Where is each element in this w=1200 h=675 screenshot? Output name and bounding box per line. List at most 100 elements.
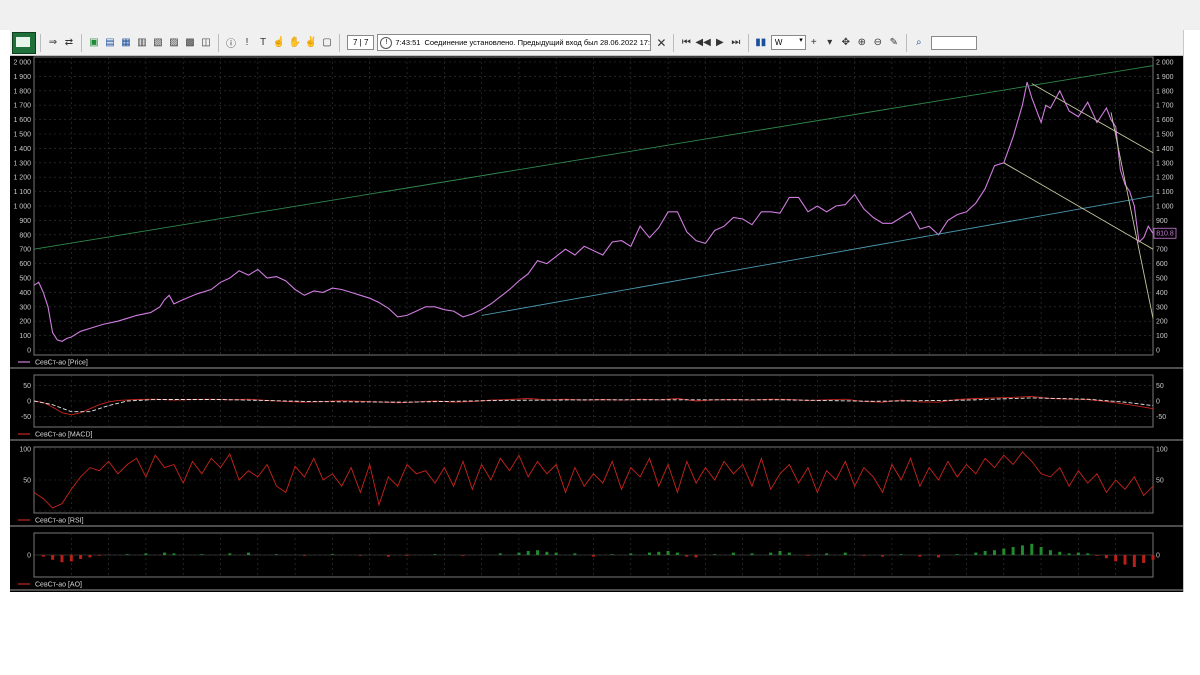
report-icon[interactable]: ▩ [183, 35, 197, 51]
app-logo-icon[interactable] [12, 31, 36, 54]
interval-select[interactable]: W ▾ [770, 35, 806, 50]
y-tick-label-left: 50 [23, 478, 31, 485]
next-icon[interactable]: ▶ [713, 35, 727, 51]
chevron-down-icon: ▾ [799, 37, 803, 44]
message-text: Соединение установлено. Предыдущий вход … [424, 38, 652, 47]
ao-bar [825, 553, 829, 555]
y-tick-label-right: 1 000 [1156, 204, 1174, 211]
cross-icon[interactable]: + [807, 35, 821, 51]
prev-icon[interactable]: ◀◀ [695, 35, 710, 51]
ao-bar [592, 555, 595, 557]
new-window-icon[interactable]: ▣ [87, 35, 101, 51]
legend-label: СевСт-ао [Price] [35, 360, 88, 367]
chart-area[interactable]: 0 0 100 100 200 200 300 300 400 400 500 500 600 600 70… [10, 56, 1183, 592]
y-tick-label-left: 1 400 [13, 146, 31, 153]
rsi-pane: 100 100 50 50 СевСт-ао [RSI] [10, 446, 1183, 527]
hand3-icon[interactable]: ✌ [304, 35, 318, 51]
legend-label: СевСт-ао [MACD] [35, 432, 93, 439]
alert-icon[interactable]: ! [240, 35, 254, 51]
chart-canvas[interactable]: 0 0100 100200 200300 300400 400500 500600 60070… [10, 56, 1183, 592]
y-tick-label-right: 1 700 [1156, 103, 1174, 110]
ao-bar [881, 555, 885, 557]
y-tick-label-left: 50 [23, 383, 31, 390]
hand2-icon[interactable]: ✋ [288, 35, 302, 51]
info-icon[interactable]: ⓘ [224, 35, 238, 51]
y-tick-label-left: 600 [19, 261, 31, 268]
ao-bar [200, 554, 204, 555]
ao-bar [88, 555, 92, 558]
chevron-down-icon[interactable]: ▾ [823, 35, 837, 51]
ao-bar [330, 554, 334, 555]
ao-bar [228, 553, 232, 555]
ao-bar [1039, 547, 1043, 555]
ao-bar [694, 555, 698, 558]
connect-icon[interactable]: ⇒ [46, 35, 60, 51]
ao-bar [937, 555, 941, 558]
ao-bar [685, 555, 689, 557]
y-tick-label-left: 500 [19, 276, 31, 283]
toolbar-separator [905, 33, 907, 52]
hand-icon[interactable]: ☝ [272, 35, 286, 51]
ao-bar [163, 552, 167, 555]
price-pane: 0 0 100 100 200 200 300 300 400 400 500 500 600 600 70… [10, 56, 1183, 369]
y-tick-label-left: 400 [19, 290, 31, 297]
y-tick-label-right: 1 300 [1156, 160, 1174, 167]
ao-bar [246, 552, 250, 555]
y-tick-label-right: 0 [1156, 399, 1160, 406]
ao-bar [79, 555, 83, 559]
ao-bar [843, 552, 847, 555]
zoom-out-icon[interactable]: ⊖ [871, 35, 885, 51]
quotes-icon[interactable]: ▦ [119, 35, 133, 51]
text-tool-icon[interactable]: T [256, 35, 270, 51]
ao-bar [1076, 552, 1080, 555]
ao-bar [1151, 555, 1155, 560]
search-icon[interactable]: ⌕ [912, 35, 926, 51]
toolbar-separator [81, 33, 82, 52]
ao-bar [144, 553, 148, 555]
table-icon[interactable]: ▤ [103, 35, 117, 51]
close-message-icon[interactable]: ✕ [654, 35, 668, 51]
arrow-2-line [1031, 83, 1154, 154]
last-icon[interactable]: ⏭ [729, 35, 743, 51]
zoom-in-icon[interactable]: ⊕ [855, 35, 869, 51]
orders-icon[interactable]: ▥ [135, 35, 149, 51]
lock-icon[interactable]: ▢ [320, 35, 334, 51]
exchange-icon[interactable]: ⇄ [62, 35, 76, 51]
settings-icon[interactable]: ◫ [199, 35, 213, 51]
trades-icon[interactable]: ▧ [151, 35, 165, 51]
y-tick-label-right: 200 [1156, 319, 1168, 326]
y-tick-label-right: 300 [1156, 304, 1168, 311]
y-tick-label-left: 1 100 [13, 189, 31, 196]
portfolio-icon[interactable]: ▨ [167, 35, 181, 51]
toolbar-separator [747, 33, 749, 52]
y-tick-label-right: 700 [1156, 247, 1168, 254]
move-icon[interactable]: ✥ [839, 35, 853, 51]
ao-bar [97, 555, 101, 556]
y-tick-label-left: 100 [19, 333, 31, 340]
status-message[interactable]: ! 7:43:51 Соединение установлено. Предыд… [377, 34, 652, 51]
y-tick-label-right: 1 200 [1156, 175, 1174, 182]
ao-bar [433, 554, 437, 555]
y-tick-label-left: 1 000 [13, 204, 31, 211]
right-scroll-edge[interactable] [1183, 30, 1200, 592]
y-tick-label-right: 600 [1156, 261, 1168, 268]
y-tick-label-left: 800 [19, 232, 31, 239]
chart-type-icon[interactable]: ▮▮ [754, 35, 768, 51]
ruler-icon[interactable]: ✎ [887, 35, 901, 51]
ao-bar [1058, 551, 1062, 555]
first-icon[interactable]: ⏮ [679, 35, 693, 51]
search-input[interactable] [930, 35, 977, 50]
toolbar-separator [673, 33, 675, 52]
y-tick-label-right: 0 [1156, 348, 1160, 355]
y-tick-label-right: 1 600 [1156, 117, 1174, 124]
ao-bar [69, 555, 73, 562]
y-tick-label-right: 100 [1156, 447, 1168, 454]
ao-bar [554, 552, 558, 555]
y-tick-label-left: 1 300 [13, 160, 31, 167]
ao-bar [125, 554, 129, 555]
info-icon: ! [380, 36, 393, 49]
ao-bar [778, 551, 782, 555]
toolbar-separator [40, 33, 41, 52]
quik-terminal-window: ⇒ ⇄ ▣ ▤ ▦ ▥ ▧ ▨ ▩ ◫ ⓘ ! T ☝ ✋ ✌ ▢ 7 | 7 … [0, 0, 1200, 592]
y-tick-label-right: 400 [1156, 290, 1168, 297]
